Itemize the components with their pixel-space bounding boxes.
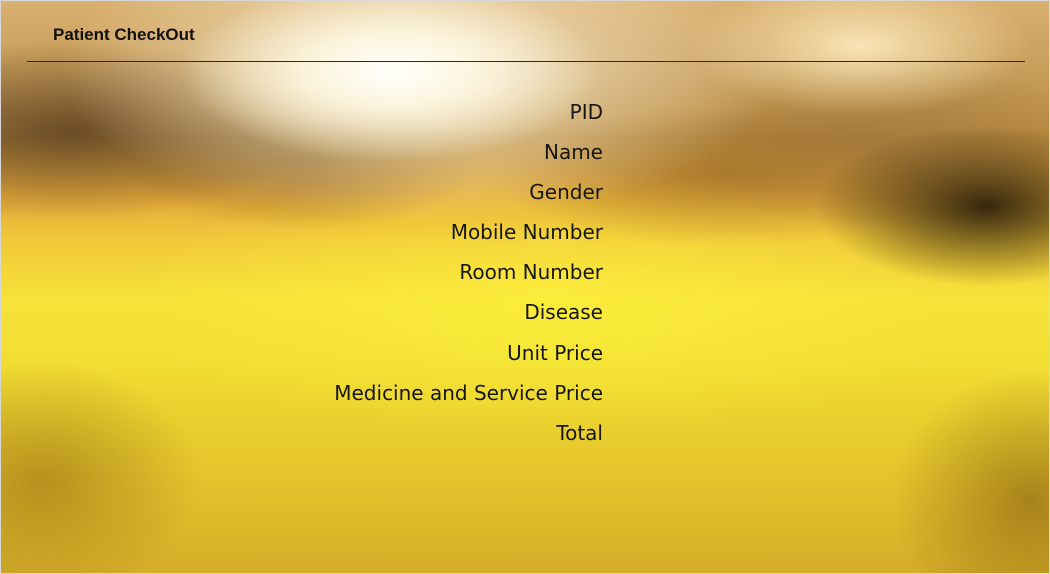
patient-checkout-window: Patient CheckOut PID Name Gender Mobile … — [0, 0, 1050, 574]
total-label: Total — [556, 420, 603, 445]
medicine-service-price-label: Medicine and Service Price — [334, 380, 603, 405]
gender-label: Gender — [529, 180, 603, 205]
checkout-form-labels: PID Name Gender Mobile Number Room Numbe… — [201, 96, 603, 457]
header-divider — [27, 61, 1025, 62]
disease-label: Disease — [524, 300, 603, 325]
mobile-number-label: Mobile Number — [450, 220, 603, 245]
name-label: Name — [543, 140, 603, 165]
unit-price-label: Unit Price — [507, 340, 603, 365]
page-title: Patient CheckOut — [53, 25, 195, 44]
pid-label: PID — [569, 100, 603, 124]
room-number-label: Room Number — [459, 260, 603, 285]
